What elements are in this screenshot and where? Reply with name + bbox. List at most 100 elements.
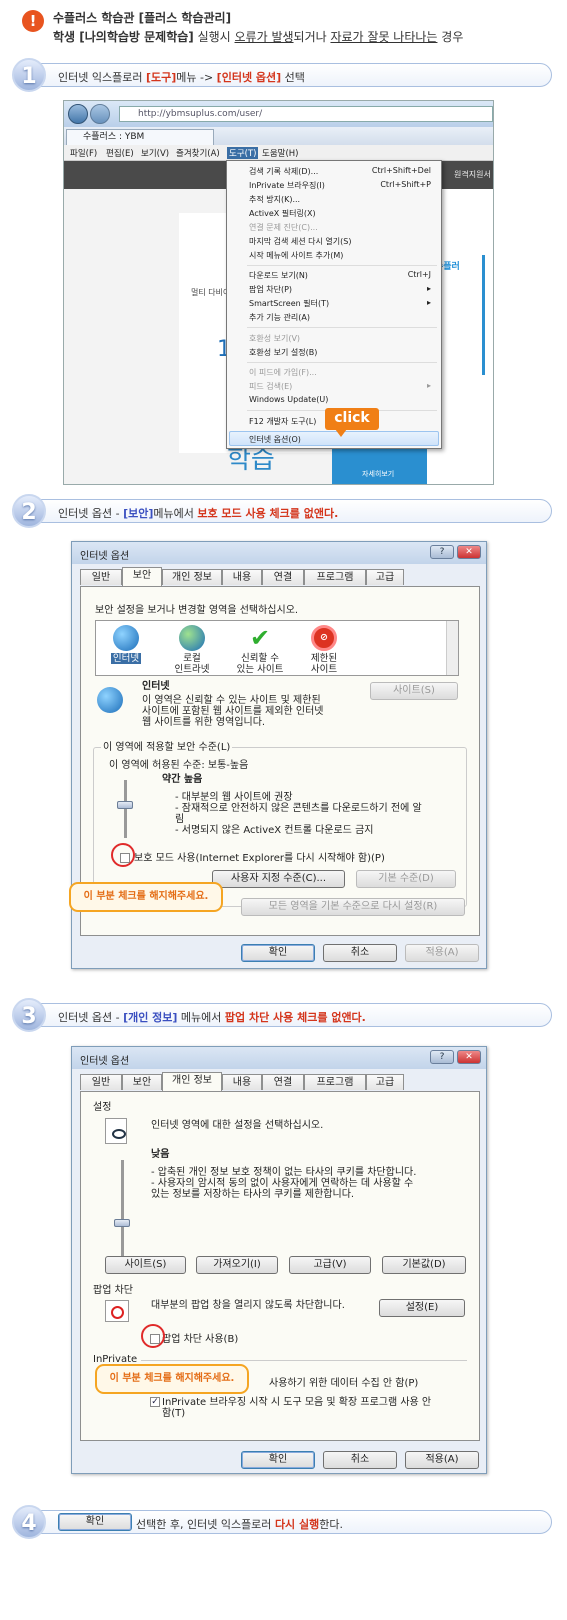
menu-tools[interactable]: 도구(T) bbox=[227, 147, 259, 159]
level-bullet-1: - 대부분의 웹 사이트에 권장 bbox=[175, 792, 293, 803]
apply-button[interactable]: 적용(A) bbox=[405, 944, 479, 962]
custom-level-button[interactable]: 사용자 지정 수준(C)... bbox=[212, 870, 345, 888]
checkmark-icon: ✔ bbox=[249, 624, 271, 652]
zone-scrollbar[interactable] bbox=[446, 621, 458, 675]
ok-button[interactable]: 확인 bbox=[241, 944, 315, 962]
step-3-text: 인터넷 옵션 - [개인 정보] 메뉴에서 팝업 차단 사용 체크를 없앤다. bbox=[58, 1011, 366, 1024]
import-button[interactable]: 가져오기(I) bbox=[196, 1256, 278, 1274]
menu-item-popup[interactable]: 팝업 차단(P) bbox=[249, 284, 292, 295]
menu-item-internet-options[interactable]: 인터넷 옵션(O) bbox=[249, 434, 301, 445]
default-button[interactable]: 기본값(D) bbox=[382, 1256, 466, 1274]
warning-icon: ! bbox=[22, 10, 44, 32]
menu-item-activex[interactable]: ActiveX 필터링(X) bbox=[249, 208, 316, 219]
apply-button[interactable]: 적용(A) bbox=[405, 1451, 479, 1469]
zone-trusted-sites[interactable]: ✔ 신뢰할 수 있는 사이트 bbox=[230, 625, 290, 675]
tab-privacy[interactable]: 개인 정보 bbox=[162, 569, 222, 585]
cancel-button[interactable]: 취소 bbox=[323, 944, 397, 962]
banner-label: 멀티 다비아 bbox=[191, 288, 231, 297]
level-name: 약간 높음 bbox=[162, 774, 203, 785]
url-input[interactable]: http://ybmsuplus.com/user/ bbox=[119, 106, 493, 122]
menu-edit[interactable]: 편집(E) bbox=[106, 147, 134, 159]
tab-privacy[interactable]: 개인 정보 bbox=[162, 1072, 222, 1091]
sites-button[interactable]: 사이트(S) bbox=[105, 1256, 186, 1274]
menu-item-windows-update[interactable]: Windows Update(U) bbox=[249, 395, 328, 404]
inprivate-toolbar-checkbox[interactable]: ✓ bbox=[150, 1397, 160, 1407]
tab-content[interactable]: 내용 bbox=[222, 569, 262, 585]
reset-all-zones-button[interactable]: 모든 영역을 기본 수준으로 다시 설정(R) bbox=[241, 898, 465, 916]
shortcut-inprivate: Ctrl+Shift+P bbox=[380, 180, 431, 189]
menu-view[interactable]: 보기(V) bbox=[141, 147, 169, 159]
forward-icon[interactable] bbox=[90, 104, 110, 124]
cancel-button[interactable]: 취소 bbox=[323, 1451, 397, 1469]
step-2-number: 2 bbox=[12, 494, 46, 528]
tab-general[interactable]: 일반 bbox=[80, 1074, 122, 1090]
menu-help[interactable]: 도움말(H) bbox=[262, 147, 298, 159]
privacy-desc-line-2: - 사용자의 암시적 동의 없이 사용자에게 연락하는 데 사용할 수 bbox=[151, 1178, 414, 1189]
page-subtitle: 학생 [나의학습방 문제학습] 실행시 오류가 발생되거나 자료가 잘못 나타나… bbox=[53, 30, 464, 44]
internet-options-dialog-privacy: 인터넷 옵션 ? ✕ 일반 보안 개인 정보 내용 연결 프로그램 고급 설정 … bbox=[71, 1046, 487, 1474]
sites-button[interactable]: 사이트(S) bbox=[370, 682, 458, 700]
ok-button[interactable]: 확인 bbox=[241, 1451, 315, 1469]
tab-programs[interactable]: 프로그램 bbox=[304, 569, 366, 585]
inprivate-divider bbox=[141, 1360, 467, 1361]
menu-favorites[interactable]: 즐겨찾기(A) bbox=[176, 147, 220, 159]
menu-item-add-site[interactable]: 시작 메뉴에 사이트 추가(M) bbox=[249, 250, 343, 261]
tab-advanced[interactable]: 고급 bbox=[366, 569, 404, 585]
menu-item-compat-settings[interactable]: 호환성 보기 설정(B) bbox=[249, 347, 317, 358]
back-icon[interactable] bbox=[68, 104, 88, 124]
zone-internet[interactable]: 인터넷 bbox=[96, 625, 156, 664]
tab-content[interactable]: 내용 bbox=[222, 1074, 262, 1090]
tab-security[interactable]: 보안 bbox=[122, 1074, 162, 1090]
tab-security[interactable]: 보안 bbox=[122, 567, 162, 586]
right-blue-line bbox=[482, 255, 485, 375]
zone-desc-line-3: 웹 사이트를 위한 영역입니다. bbox=[142, 717, 266, 728]
tools-menu: 검색 기록 삭제(D)... Ctrl+Shift+Del InPrivate 브… bbox=[226, 160, 442, 449]
allowed-levels-text: 이 영역에 허용된 수준: 보통-높음 bbox=[109, 760, 249, 771]
step-1-text: 인터넷 익스플로러 [도구]메뉴 -> [인터넷 옵션] 선택 bbox=[58, 71, 305, 84]
menu-item-tracking[interactable]: 추적 방지(K)... bbox=[249, 194, 300, 205]
browser-tab[interactable]: 수플러스 : YBM bbox=[66, 129, 214, 145]
security-slider-thumb[interactable] bbox=[117, 801, 133, 809]
tab-advanced[interactable]: 고급 bbox=[366, 1074, 404, 1090]
zone-list: 인터넷 로컬 인트라넷 ✔ 신뢰할 수 있는 사이트 ⊘ 제한된 사이트 bbox=[95, 620, 459, 676]
tab-programs[interactable]: 프로그램 bbox=[304, 1074, 366, 1090]
menu-item-inprivate[interactable]: InPrivate 브라우징(I) bbox=[249, 180, 325, 191]
privacy-slider-thumb[interactable] bbox=[114, 1219, 130, 1227]
tab-connections[interactable]: 연결 bbox=[262, 569, 304, 585]
detail-button[interactable]: 자세히보기 bbox=[362, 469, 394, 479]
menu-item-addons[interactable]: 추가 기능 관리(A) bbox=[249, 312, 310, 323]
inprivate-text-1: 사용하기 위한 데이터 수집 안 함(P) bbox=[269, 1378, 419, 1389]
advanced-button[interactable]: 고급(V) bbox=[289, 1256, 371, 1274]
close-icon[interactable]: ✕ bbox=[457, 1050, 481, 1064]
menu-item-reopen[interactable]: 마지막 검색 세션 다시 열기(S) bbox=[249, 236, 351, 247]
uncheck-callout: 이 부분 체크를 해지해주세요. bbox=[95, 1364, 249, 1394]
tab-general[interactable]: 일반 bbox=[80, 569, 122, 585]
step-4-text: 선택한 후, 인터넷 익스플로러 다시 실행한다. bbox=[136, 1518, 343, 1531]
menu-separator bbox=[247, 362, 437, 363]
submenu-arrow-icon: ▸ bbox=[426, 381, 431, 390]
click-callout: click bbox=[325, 408, 379, 437]
help-icon[interactable]: ? bbox=[430, 1050, 454, 1064]
close-icon[interactable]: ✕ bbox=[457, 545, 481, 559]
zone-restricted-sites[interactable]: ⊘ 제한된 사이트 bbox=[294, 625, 354, 675]
menu-file[interactable]: 파일(F) bbox=[70, 147, 97, 159]
tab-row: 수플러스 : YBM bbox=[64, 127, 493, 145]
help-icon[interactable]: ? bbox=[430, 545, 454, 559]
remote-support-text: 원격지원서 bbox=[454, 170, 491, 179]
menu-item-feed-discovery: 피드 검색(E) bbox=[249, 382, 293, 391]
tab-strip: 일반 보안 개인 정보 내용 연결 프로그램 고급 bbox=[80, 1072, 480, 1092]
zone-name: 인터넷 bbox=[142, 681, 170, 692]
tab-connections[interactable]: 연결 bbox=[262, 1074, 304, 1090]
level-bullet-4: - 서명되지 않은 ActiveX 컨트롤 다운로드 금지 bbox=[175, 825, 374, 836]
popup-settings-button[interactable]: 설정(E) bbox=[379, 1299, 465, 1317]
menu-item-downloads[interactable]: 다운로드 보기(N) bbox=[249, 270, 308, 281]
default-level-button[interactable]: 기본 수준(D) bbox=[356, 870, 456, 888]
zone-local-intranet[interactable]: 로컬 인트라넷 bbox=[162, 625, 222, 675]
menu-item-smartscreen[interactable]: SmartScreen 필터(T) bbox=[249, 298, 329, 309]
step-2-text: 인터넷 옵션 - [보안]메뉴에서 보호 모드 사용 체크를 없앤다. bbox=[58, 507, 339, 520]
menu-separator bbox=[247, 265, 437, 266]
security-level-label: 이 영역에 적용할 보안 수준(L) bbox=[101, 742, 233, 753]
menu-item-f12[interactable]: F12 개발자 도구(L) bbox=[249, 416, 316, 427]
uncheck-callout: 이 부분 체크를 해지해주세요. bbox=[69, 882, 223, 912]
menu-item-delete-history[interactable]: 검색 기록 삭제(D)... bbox=[249, 166, 318, 177]
